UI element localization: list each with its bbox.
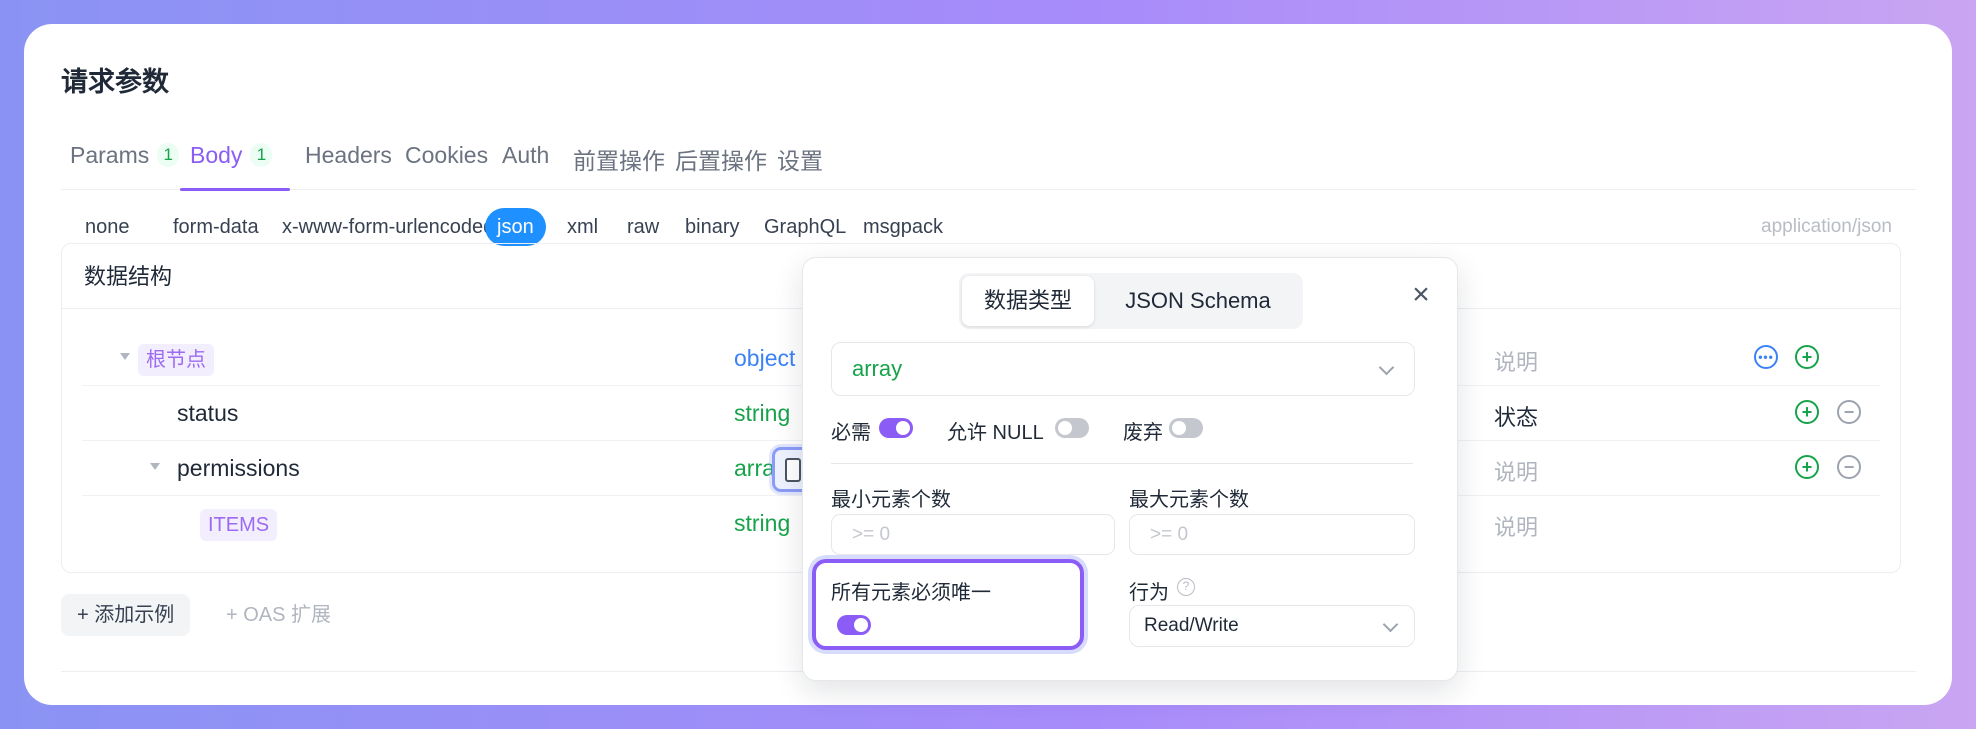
field-name: 根节点 — [138, 344, 214, 376]
more-options-icon[interactable]: ••• — [1754, 345, 1778, 369]
add-child-icon[interactable]: + — [1795, 345, 1819, 369]
required-toggle[interactable] — [879, 418, 913, 438]
caret-down-icon[interactable] — [120, 353, 130, 360]
help-icon[interactable]: ? — [1177, 578, 1195, 596]
body-type-binary[interactable]: binary — [675, 208, 749, 246]
field-type[interactable]: string — [734, 400, 790, 427]
tab-pre-actions[interactable]: 前置操作 — [564, 114, 674, 190]
field-type[interactable]: string — [734, 510, 790, 537]
tab-post-actions[interactable]: 后置操作 — [666, 114, 776, 190]
unique-items-toggle[interactable] — [837, 615, 871, 635]
deprecated-toggle[interactable] — [1169, 418, 1203, 438]
body-type-json[interactable]: json — [485, 208, 546, 246]
field-name: ITEMS — [200, 509, 278, 541]
tab-label: Body — [190, 142, 243, 168]
field-type[interactable]: object — [734, 345, 795, 372]
min-items-input[interactable]: >= 0 — [831, 514, 1115, 555]
seg-json-schema[interactable]: JSON Schema — [1097, 276, 1299, 326]
type-select-value: array — [852, 356, 903, 381]
field-name[interactable]: status — [177, 400, 238, 427]
content-type-label: application/json — [1761, 216, 1892, 237]
body-type-graphql[interactable]: GraphQL — [754, 208, 856, 246]
field-description[interactable]: 说明 — [1494, 455, 1538, 487]
behavior-select-value: Read/Write — [1144, 615, 1239, 636]
tab-body[interactable]: Body 1 — [180, 114, 290, 191]
field-description[interactable]: 说明 — [1494, 345, 1538, 377]
nullable-label: 允许 NULL — [947, 422, 1044, 444]
chevron-down-icon — [1382, 616, 1399, 633]
caret-down-icon[interactable] — [150, 463, 160, 470]
tab-badge: 1 — [157, 143, 180, 167]
body-type-urlencoded[interactable]: x-www-form-urlencoded — [272, 208, 504, 246]
add-sibling-icon[interactable]: + — [1795, 455, 1819, 479]
tab-settings[interactable]: 设置 — [768, 114, 832, 190]
deprecated-label: 废弃 — [1123, 422, 1163, 444]
remove-field-icon[interactable]: − — [1837, 455, 1861, 479]
type-select[interactable]: array — [831, 342, 1415, 396]
page-title: 请求参数 — [61, 67, 169, 97]
body-type-raw[interactable]: raw — [617, 208, 669, 246]
min-items-label: 最小元素个数 — [831, 489, 951, 511]
tab-params[interactable]: Params 1 — [61, 114, 188, 190]
tab-cookies[interactable]: Cookies — [396, 114, 497, 190]
chevron-down-icon — [1378, 359, 1395, 376]
tab-headers[interactable]: Headers — [296, 114, 401, 190]
popover-segmented-control: 数据类型 JSON Schema — [959, 273, 1303, 329]
oas-extension-button[interactable]: + OAS 扩展 — [226, 594, 331, 636]
body-type-msgpack[interactable]: msgpack — [853, 208, 953, 246]
add-sibling-icon[interactable]: + — [1795, 400, 1819, 424]
tab-badge: 1 — [250, 143, 273, 167]
body-type-none[interactable]: none — [75, 208, 140, 246]
behavior-label: 行为 — [1129, 582, 1169, 604]
seg-data-type[interactable]: 数据类型 — [962, 276, 1094, 326]
required-label: 必需 — [831, 422, 871, 444]
body-type-xml[interactable]: xml — [557, 208, 608, 246]
remove-field-icon[interactable]: − — [1837, 400, 1861, 424]
type-settings-popover: 数据类型 JSON Schema × array 必需 允许 NULL 废弃 最… — [802, 257, 1458, 681]
popover-divider — [831, 463, 1413, 464]
field-name[interactable]: permissions — [177, 455, 300, 482]
unique-items-label: 所有元素必须唯一 — [831, 582, 991, 604]
nullable-toggle[interactable] — [1055, 418, 1089, 438]
add-example-button[interactable]: + 添加示例 — [61, 594, 191, 636]
body-type-form-data[interactable]: form-data — [163, 208, 269, 246]
tab-label: Params — [70, 142, 150, 168]
behavior-select[interactable]: Read/Write — [1129, 605, 1415, 647]
field-description[interactable]: 说明 — [1494, 510, 1538, 542]
body-type-selector: none form-data x-www-form-urlencoded jso… — [61, 208, 1916, 248]
flag-toggles: 必需 允许 NULL 废弃 — [831, 414, 1431, 444]
max-items-input[interactable]: >= 0 — [1129, 514, 1415, 555]
max-items-label: 最大元素个数 — [1129, 489, 1249, 511]
close-icon[interactable]: × — [1407, 280, 1435, 310]
field-description[interactable]: 状态 — [1494, 400, 1538, 432]
param-tabs: Params 1 Body 1 Headers Cookies Auth 前置操… — [61, 114, 1916, 191]
tab-auth[interactable]: Auth — [493, 114, 558, 190]
